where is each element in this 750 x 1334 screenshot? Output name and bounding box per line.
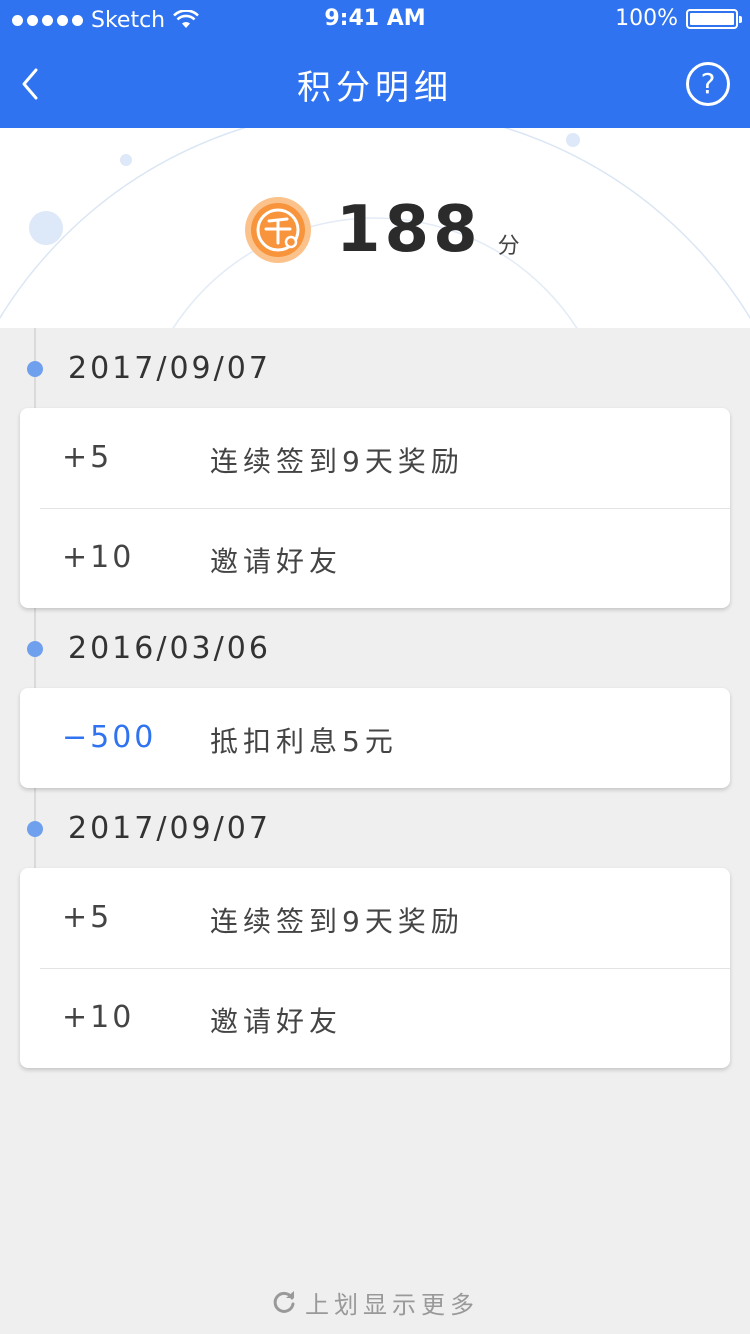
entry-points: +5 <box>62 440 113 475</box>
points-entry: +5 连续签到9天奖励 <box>20 868 730 968</box>
entry-description: 邀请好友 <box>210 1005 343 1038</box>
entry-points: −500 <box>62 720 157 755</box>
date-header: 2017/09/07 <box>0 347 750 393</box>
load-more-hint[interactable]: 上划显示更多 <box>0 1284 750 1320</box>
help-button[interactable]: ? <box>686 62 730 106</box>
entry-description: 连续签到9天奖励 <box>210 905 464 938</box>
points-card: +5 连续签到9天奖励 +10 邀请好友 <box>20 408 730 608</box>
nav-bar: 积分明细 ? <box>0 40 750 128</box>
points-display: 188 分 <box>244 193 520 267</box>
entry-description: 邀请好友 <box>210 545 343 578</box>
points-summary: 188 分 <box>0 128 750 328</box>
status-right: 100% <box>615 6 742 31</box>
battery-percent: 100% <box>615 6 678 31</box>
points-coin-icon <box>245 197 311 263</box>
entry-points: +5 <box>62 900 113 935</box>
entry-description: 连续签到9天奖励 <box>210 445 464 478</box>
entry-points: +10 <box>62 540 135 575</box>
question-circle-icon: ? <box>700 67 716 100</box>
date-header: 2016/03/06 <box>0 627 750 673</box>
date-header: 2017/09/07 <box>0 807 750 853</box>
points-entry: +5 连续签到9天奖励 <box>20 408 730 508</box>
entry-description: 抵扣利息5元 <box>210 725 398 758</box>
timeline-dot <box>27 361 43 377</box>
points-value: 188 <box>336 193 482 267</box>
points-card: −500 抵扣利息5元 <box>20 688 730 788</box>
points-entry: +10 邀请好友 <box>20 968 730 1068</box>
points-entry: −500 抵扣利息5元 <box>20 688 730 788</box>
refresh-icon <box>273 1291 295 1313</box>
timeline-dot <box>27 821 43 837</box>
load-more-label: 上划显示更多 <box>305 1290 479 1319</box>
points-entry: +10 邀请好友 <box>20 508 730 608</box>
date-label: 2017/09/07 <box>68 351 271 386</box>
page-title: 积分明细 <box>297 68 453 108</box>
entry-points: +10 <box>62 1000 135 1035</box>
points-card: +5 连续签到9天奖励 +10 邀请好友 <box>20 868 730 1068</box>
timeline-dot <box>27 641 43 657</box>
date-label: 2016/03/06 <box>68 631 271 666</box>
status-bar: Sketch 9:41 AM 100% <box>0 0 750 40</box>
battery-icon <box>686 8 742 29</box>
points-unit: 分 <box>497 234 520 259</box>
date-label: 2017/09/07 <box>68 811 271 846</box>
